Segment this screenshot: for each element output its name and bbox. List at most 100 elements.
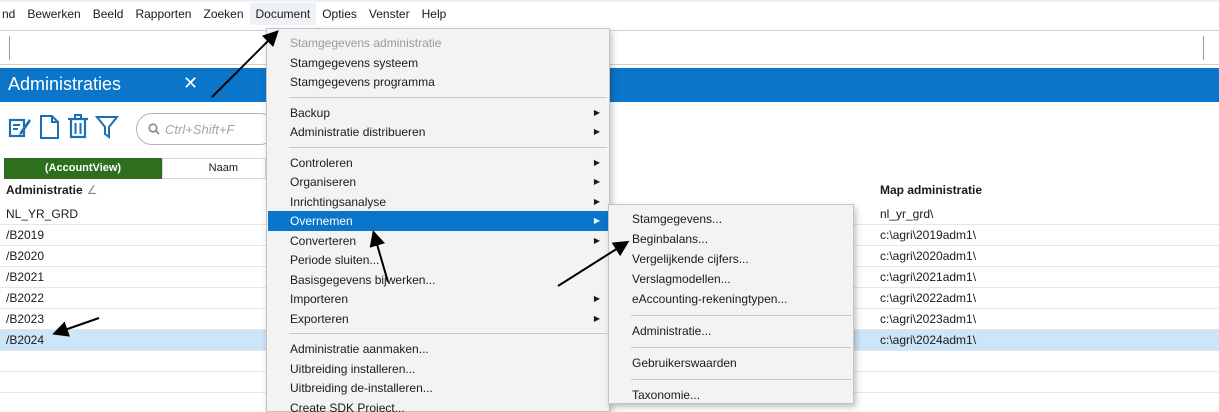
- menu-item-converteren[interactable]: Converteren ▶: [268, 231, 608, 251]
- menu-item-stamgegevens[interactable]: Stamgegevens...: [610, 209, 852, 229]
- menu-item-eaccounting-rekeningtypen[interactable]: eAccounting-rekeningtypen...: [610, 289, 852, 309]
- menu-item-uitbreiding-installeren[interactable]: Uitbreiding installeren...: [268, 359, 608, 379]
- menu-item-gebruikerswaarden[interactable]: Gebruikerswaarden: [610, 353, 852, 373]
- menu-rapporten[interactable]: Rapporten: [129, 3, 197, 25]
- menu-item-label: Administratie aanmaken...: [290, 342, 429, 356]
- menu-item-label: Uitbreiding installeren...: [290, 361, 416, 376]
- edit-icon[interactable]: [8, 114, 32, 140]
- menu-item-label: Administratie...: [632, 324, 712, 338]
- cell-map-administratie: c:\agri\2022adm1\: [880, 291, 977, 305]
- menu-item-administratie-aanmaken[interactable]: Administratie aanmaken...: [268, 339, 608, 359]
- search-icon: [148, 123, 160, 135]
- menu-separator: [631, 379, 851, 380]
- menu-item-verslagmodellen[interactable]: Verslagmodellen...: [610, 269, 852, 289]
- menu-item-basisgegevens-bijwerken[interactable]: Basisgegevens bijwerken...: [268, 270, 608, 290]
- cell-map-administratie: c:\agri\2019adm1\: [880, 228, 977, 242]
- menu-item-label: Periode sluiten...: [290, 253, 380, 267]
- cell-administratie: /B2019: [6, 228, 45, 242]
- menu-item-label: Backup: [290, 105, 331, 120]
- close-icon[interactable]: ✕: [183, 73, 198, 94]
- menu-item-label: Uitbreiding de-installeren...: [290, 381, 433, 395]
- menu-zoeken[interactable]: Zoeken: [197, 3, 249, 25]
- column-header-label: Administratie: [6, 183, 83, 197]
- filter-icon[interactable]: [95, 114, 119, 140]
- cell-map-administratie: c:\agri\2023adm1\: [880, 312, 977, 326]
- cell-administratie: NL_YR_GRD: [6, 207, 79, 221]
- delete-icon[interactable]: [66, 114, 90, 140]
- tab-accountview[interactable]: (AccountView): [4, 158, 162, 179]
- search-placeholder: Ctrl+Shift+F: [165, 122, 235, 137]
- menu-separator: [631, 347, 851, 348]
- menu-beeld[interactable]: Beeld: [87, 3, 130, 25]
- menu-item-label: Stamgegevens systeem: [290, 55, 419, 70]
- submenu-arrow-icon: ▶: [593, 157, 600, 167]
- menu-item-label: Verslagmodellen...: [632, 272, 731, 286]
- submenu-arrow-icon: ▶: [593, 196, 600, 206]
- panel-title: Administraties: [8, 74, 122, 94]
- menu-item-beginbalans[interactable]: Beginbalans...: [610, 229, 852, 249]
- menu-item-label: Gebruikerswaarden: [632, 356, 737, 370]
- cell-administratie: /B2020: [6, 249, 45, 263]
- menu-help[interactable]: Help: [416, 3, 453, 25]
- menu-item-label: Stamgegevens programma: [290, 75, 435, 89]
- toolbar-separator: [1203, 36, 1204, 60]
- menu-bar: nd Bewerken Beeld Rapporten Zoeken Document Op…: [0, 0, 1219, 26]
- cell-administratie: /B2023: [6, 312, 45, 326]
- menu-item-label: Stamgegevens administratie: [290, 36, 442, 50]
- menu-item-label: Controleren: [290, 155, 353, 170]
- menu-item-create-sdk-project[interactable]: Create SDK Project...: [268, 398, 608, 412]
- menu-item-taxonomie[interactable]: Taxonomie...: [610, 385, 852, 405]
- submenu-arrow-icon: ▶: [593, 216, 600, 225]
- menu-item-exporteren[interactable]: Exporteren ▶: [268, 309, 608, 329]
- search-input[interactable]: Ctrl+Shift+F: [136, 113, 276, 145]
- cell-map-administratie: c:\agri\2020adm1\: [880, 249, 977, 263]
- sort-icon: ∠: [86, 183, 98, 197]
- menu-item-importeren[interactable]: Importeren ▶: [268, 289, 608, 309]
- column-header-administratie[interactable]: Administratie ∠: [6, 183, 97, 197]
- menu-item-inrichtingsanalyse[interactable]: Inrichtingsanalyse ▶: [268, 192, 608, 212]
- menu-item-administratie-distribueren[interactable]: Administratie distribueren ▶: [268, 122, 608, 142]
- menu-item-label: Inrichtingsanalyse: [290, 194, 387, 209]
- menu-item-uitbreiding-de-installeren[interactable]: Uitbreiding de-installeren...: [268, 378, 608, 398]
- menu-venster[interactable]: Venster: [363, 3, 416, 25]
- tab-naam[interactable]: Naam: [162, 158, 266, 179]
- menu-item-label: Converteren: [290, 233, 357, 248]
- menu-item-label: Basisgegevens bijwerken...: [290, 272, 436, 287]
- menu-item-periode-sluiten[interactable]: Periode sluiten...: [268, 250, 608, 270]
- new-document-icon[interactable]: [37, 114, 61, 140]
- menu-item-label: Beginbalans...: [632, 232, 709, 246]
- menu-opties[interactable]: Opties: [316, 3, 363, 25]
- column-header-map[interactable]: Map administratie: [880, 183, 982, 197]
- submenu-arrow-icon: ▶: [593, 294, 600, 303]
- menu-separator: [289, 146, 607, 148]
- menu-item-controleren[interactable]: Controleren ▶: [268, 153, 608, 173]
- cell-administratie: /B2021: [6, 270, 45, 284]
- menu-item-stamgegevens-administratie: Stamgegevens administratie: [268, 33, 608, 53]
- submenu-arrow-icon: ▶: [593, 177, 600, 186]
- menu-item-label: Administratie distribueren: [290, 125, 426, 139]
- menu-item-vergelijkende-cijfers[interactable]: Vergelijkende cijfers...: [610, 249, 852, 269]
- menu-item-label: eAccounting-rekeningtypen...: [632, 292, 788, 306]
- menu-separator: [289, 96, 607, 98]
- menu-item-organiseren[interactable]: Organiseren ▶: [268, 172, 608, 192]
- menu-document[interactable]: Document: [249, 3, 317, 25]
- menu-item-overnemen[interactable]: Overnemen ▶: [268, 211, 608, 231]
- menu-item-stamgegevens-programma[interactable]: Stamgegevens programma: [268, 72, 608, 92]
- menu-item-label: Importeren: [290, 292, 349, 306]
- submenu-arrow-icon: ▶: [593, 313, 600, 323]
- document-menu: Stamgegevens administratie Stamgegevens s…: [266, 28, 610, 412]
- menu-item-stamgegevens-systeem[interactable]: Stamgegevens systeem: [268, 53, 608, 73]
- submenu-arrow-icon: ▶: [593, 107, 600, 117]
- menu-item-backup[interactable]: Backup ▶: [268, 103, 608, 123]
- menu-item-administratie[interactable]: Administratie...: [610, 321, 852, 341]
- menu-item-label: Overnemen: [290, 214, 353, 228]
- menu-item-label: Exporteren: [290, 311, 349, 326]
- menu-bewerken[interactable]: Bewerken: [21, 3, 86, 25]
- menu-item-label: Create SDK Project...: [290, 400, 405, 412]
- menu-nd[interactable]: nd: [0, 3, 21, 25]
- cell-map-administratie: c:\agri\2024adm1\: [880, 333, 977, 347]
- submenu-arrow-icon: ▶: [593, 127, 600, 136]
- toolbar-separator: [9, 36, 10, 60]
- menu-item-label: Taxonomie...: [632, 388, 701, 402]
- menu-item-label: Stamgegevens...: [632, 212, 723, 226]
